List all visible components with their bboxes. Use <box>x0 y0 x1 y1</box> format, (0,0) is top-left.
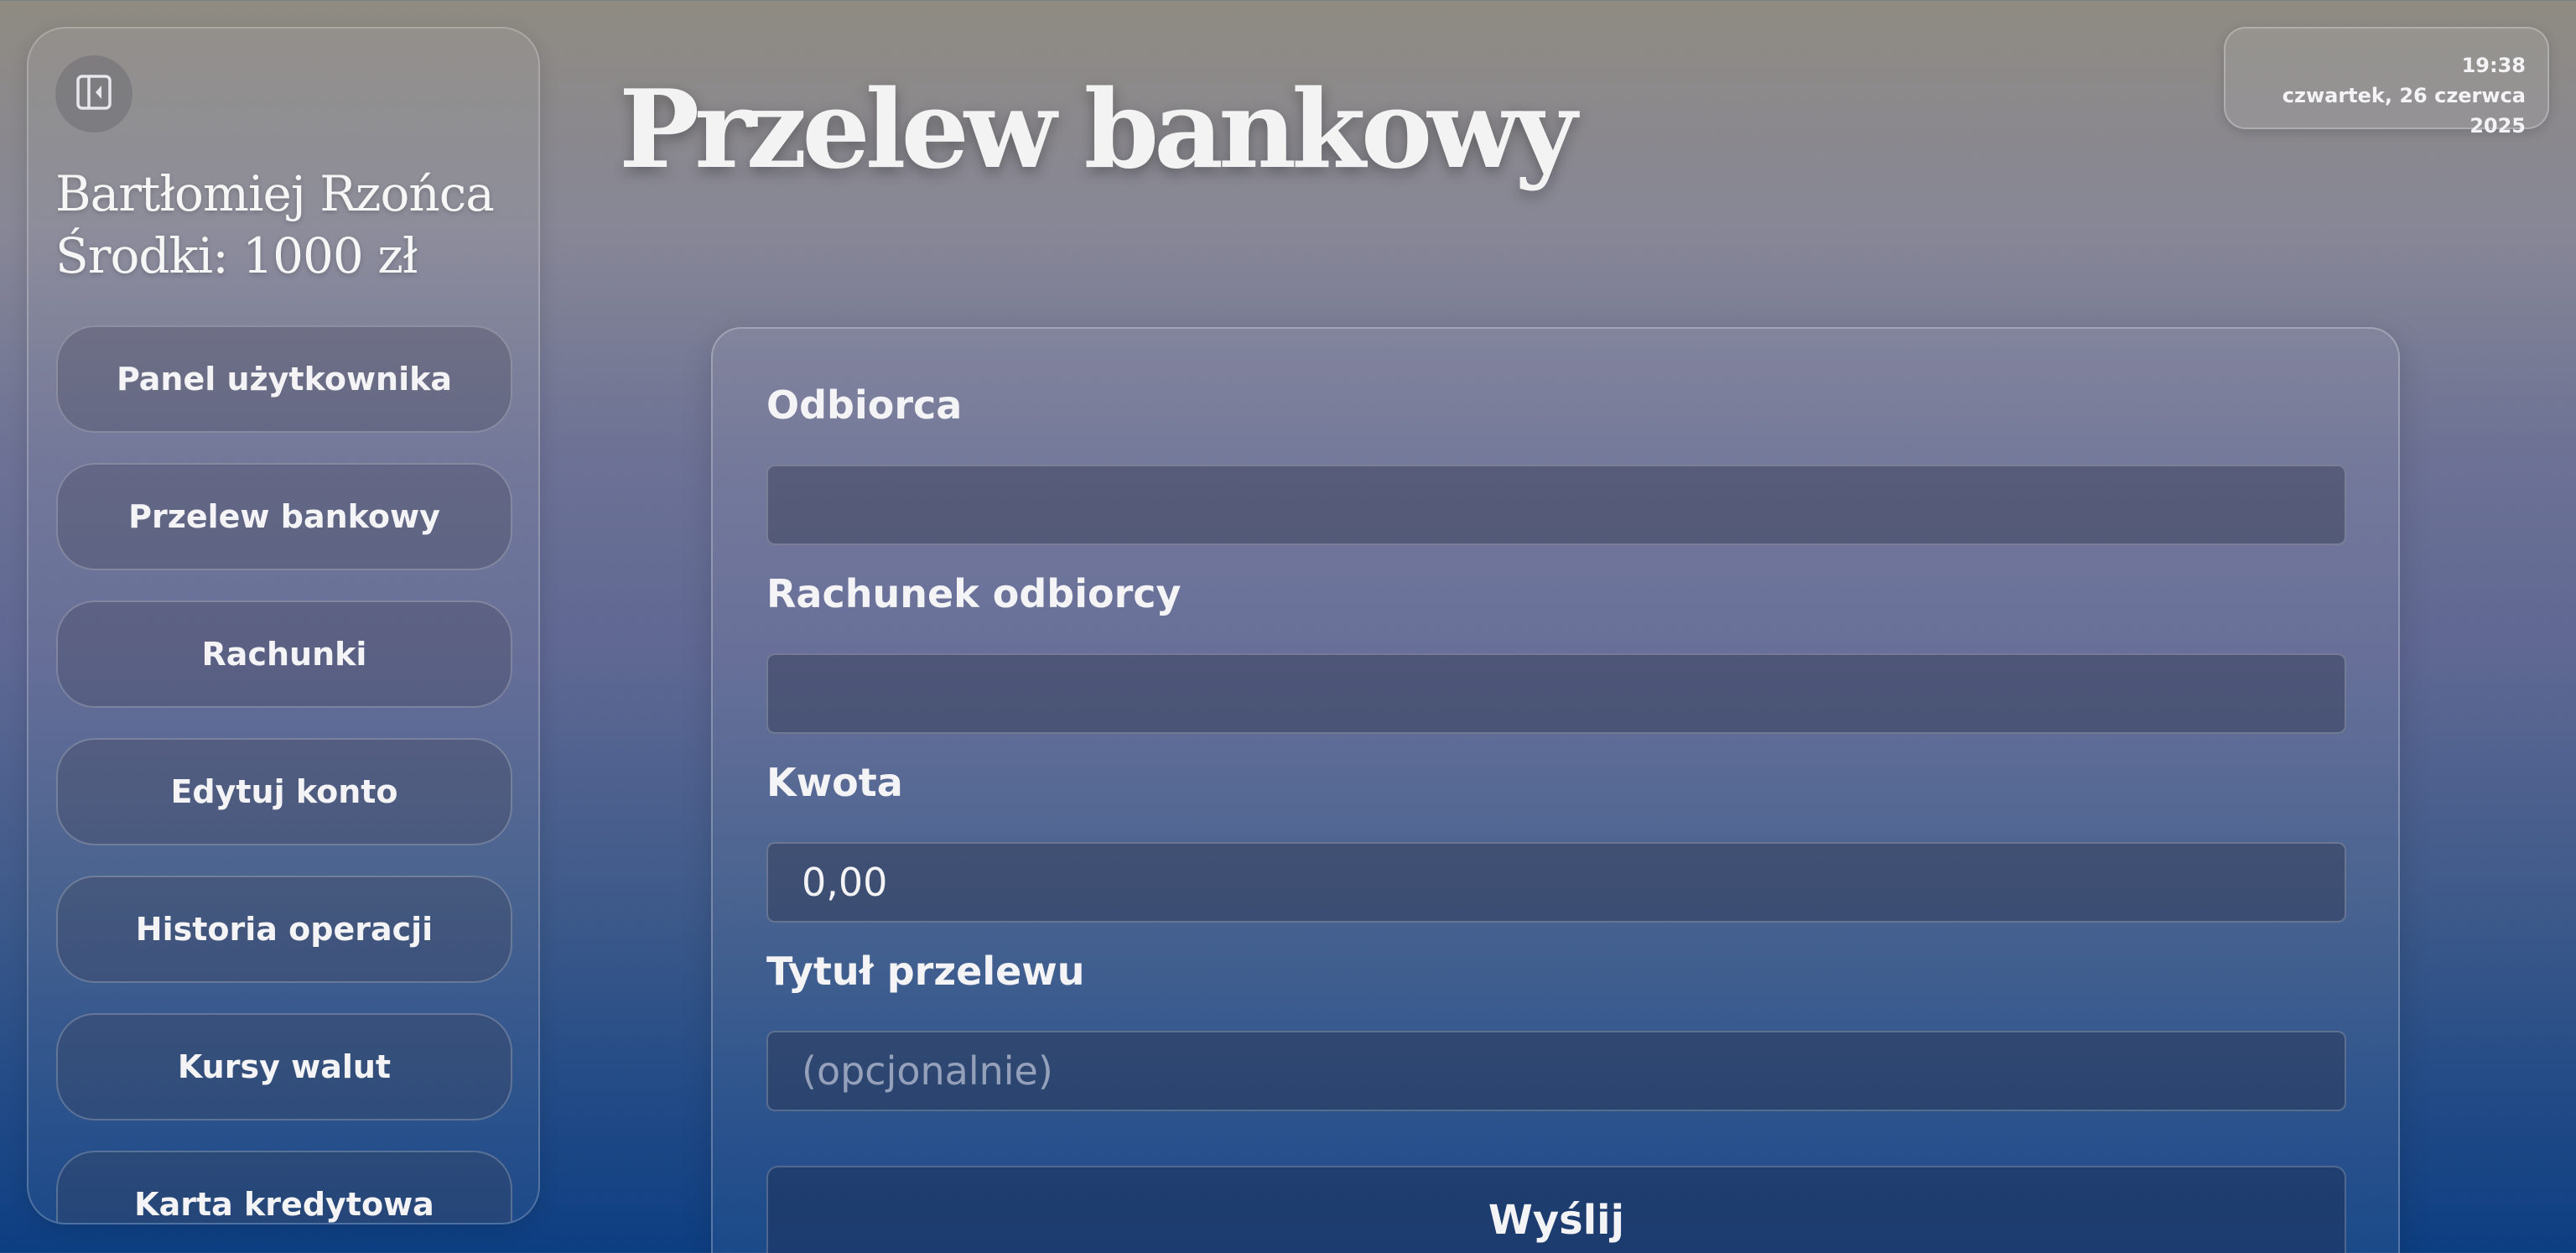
sidebar-collapse-icon <box>75 74 112 114</box>
sidebar-item-panel-uzytkownika[interactable]: Panel użytkownika <box>56 325 512 433</box>
sidebar-item-edytuj-konto[interactable]: Edytuj konto <box>56 738 512 845</box>
sidebar-collapse-button[interactable] <box>55 55 132 133</box>
recipient-input[interactable] <box>766 465 2346 545</box>
sidebar-item-przelew-bankowy[interactable]: Przelew bankowy <box>56 463 512 570</box>
page-title: Przelew bankowy <box>619 67 1577 193</box>
sidebar-item-karta-kredytowa[interactable]: Karta kredytowa <box>56 1151 512 1223</box>
transfer-title-input[interactable] <box>766 1031 2346 1111</box>
amount-label: Kwota <box>766 760 903 805</box>
sidebar: Bartłomiej Rzońca Środki: 1000 zł Panel … <box>27 27 540 1224</box>
sidebar-item-kursy-walut[interactable]: Kursy walut <box>56 1013 512 1120</box>
transfer-form: Odbiorca Rachunek odbiorcy Kwota Tytuł p… <box>711 327 2400 1253</box>
sidebar-item-rachunki[interactable]: Rachunki <box>56 601 512 708</box>
clock-time: 19:38 <box>2461 54 2526 77</box>
amount-input[interactable] <box>766 842 2346 923</box>
sidebar-nav: Panel użytkownika Przelew bankowy Rachun… <box>56 325 512 1223</box>
account-input[interactable] <box>766 653 2346 734</box>
submit-button[interactable]: Wyślij <box>766 1166 2346 1253</box>
clock-widget: 19:38 czwartek, 26 czerwca 2025 <box>2224 27 2549 138</box>
transfer-title-label: Tytuł przelewu <box>766 949 1085 994</box>
user-info: Bartłomiej Rzońca Środki: 1000 zł <box>55 163 495 287</box>
account-label: Rachunek odbiorcy <box>766 571 1182 616</box>
clock-date: czwartek, 26 czerwca 2025 <box>2282 84 2526 138</box>
account-balance: Środki: 1000 zł <box>55 227 418 284</box>
recipient-label: Odbiorca <box>766 382 963 428</box>
user-name: Bartłomiej Rzońca <box>55 165 495 222</box>
sidebar-item-historia-operacji[interactable]: Historia operacji <box>56 876 512 983</box>
